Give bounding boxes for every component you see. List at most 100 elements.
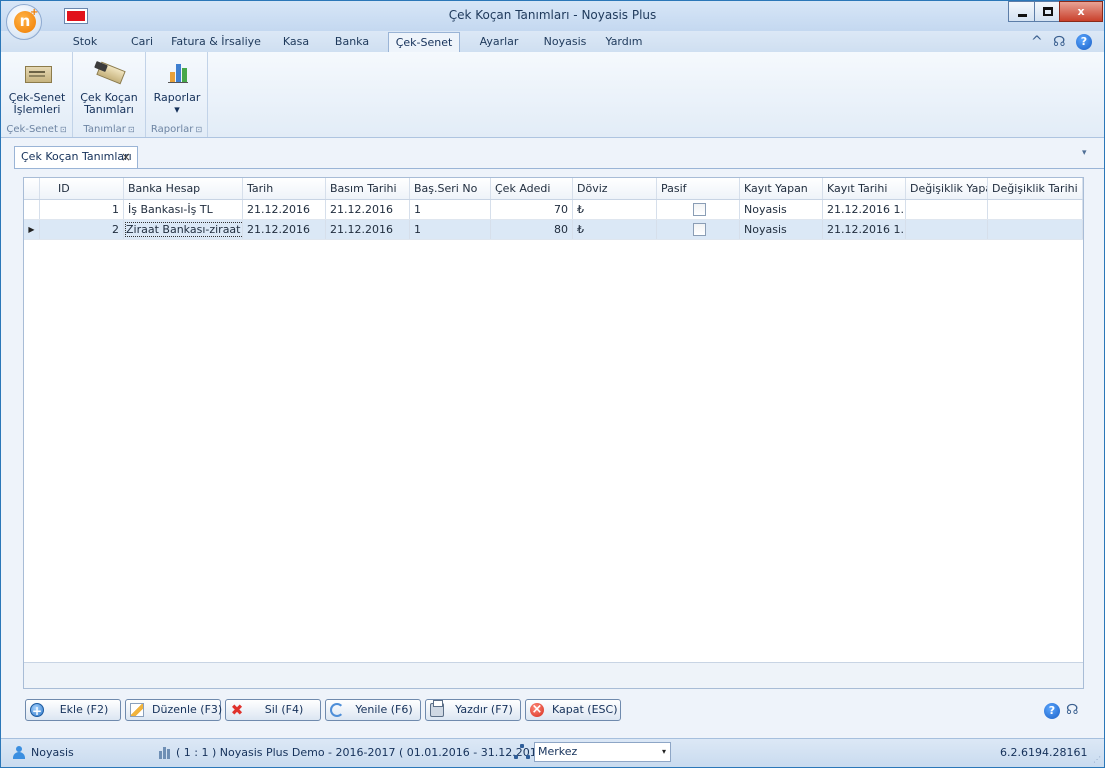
duzenle-button[interactable]: Düzenle (F3) <box>125 699 222 721</box>
tab-list-dropdown-icon[interactable]: ▾ <box>1082 148 1087 158</box>
cell-kayit-yapan[interactable]: Noyasis <box>740 220 823 239</box>
sil-button[interactable]: ✖ Sil (F4) <box>225 699 321 721</box>
yazdir-button[interactable]: Yazdır (F7) <box>425 699 521 721</box>
branch-network-icon <box>514 744 530 760</box>
data-grid[interactable]: ID Banka Hesap Tarih Basım Tarihi Baş.Se… <box>23 177 1084 689</box>
column-header-tarih[interactable]: Tarih <box>243 178 326 199</box>
resize-grip-icon[interactable]: ⋰ <box>1093 755 1101 764</box>
cell-pasif[interactable] <box>657 200 740 219</box>
cell-doviz[interactable]: ₺ <box>573 220 657 239</box>
tab-yardim[interactable]: Yardım <box>604 32 644 52</box>
tab-cari[interactable]: Cari <box>125 32 159 52</box>
cell-degisiklik-tarihi[interactable] <box>988 220 1083 239</box>
cell-doviz[interactable]: ₺ <box>573 200 657 219</box>
cell-pasif[interactable] <box>657 220 740 239</box>
cell-cek-adedi[interactable]: 70 <box>491 200 573 219</box>
column-header-banka-hesap[interactable]: Banka Hesap <box>124 178 243 199</box>
cell-banka-hesap[interactable]: İş Bankası-İş TL <box>124 200 243 219</box>
grid-header: ID Banka Hesap Tarih Basım Tarihi Baş.Se… <box>24 178 1083 200</box>
group-launcher-icon[interactable]: ⊡ <box>60 125 67 134</box>
window-title: Çek Koçan Tanımları - Noyasis Plus <box>448 8 657 22</box>
cell-tarih[interactable]: 21.12.2016 <box>243 200 326 219</box>
ribbon-panel: Çek-Senet İşlemleri Çek-Senet ⊡ Çek Koçan… <box>1 52 1104 138</box>
column-header-kayit-tarihi[interactable]: Kayıt Tarihi <box>823 178 906 199</box>
row-indicator-icon: ▶ <box>24 220 40 239</box>
database-icon <box>159 745 171 759</box>
close-icon <box>530 700 544 720</box>
ribbon-group-tanimlar: Çek Koçan Tanımları Tanımlar ⊡ <box>73 52 146 137</box>
dropdown-arrow-icon: ▾ <box>174 103 180 116</box>
pasif-checkbox[interactable] <box>693 203 706 216</box>
status-user: Noyasis <box>31 746 74 759</box>
ribbon-collapse-icon[interactable]: ^ <box>1031 34 1043 50</box>
cell-basim-tarihi[interactable]: 21.12.2016 <box>326 220 410 239</box>
cell-id[interactable]: 2 <box>40 220 124 239</box>
help-icon[interactable]: ? <box>1044 703 1060 719</box>
cell-degisiklik-yapan[interactable] <box>906 200 988 219</box>
cell-banka-hesap[interactable]: Ziraat Bankası-ziraat TL <box>124 220 243 239</box>
application-window: Çek Koçan Tanımları - Noyasis Plus x n + … <box>0 0 1105 768</box>
cell-bas-seri-no[interactable]: 1 <box>410 220 491 239</box>
status-bar: Noyasis ( 1 : 1 ) Noyasis Plus Demo - 20… <box>1 738 1104 767</box>
ekle-button[interactable]: Ekle (F2) <box>25 699 121 721</box>
minimize-button[interactable] <box>1008 1 1035 22</box>
tab-stok[interactable]: Stok <box>65 32 105 52</box>
ribbon-group-cek-senet: Çek-Senet İşlemleri Çek-Senet ⊡ <box>1 52 73 137</box>
tab-cek-senet[interactable]: Çek-Senet <box>388 32 460 52</box>
cell-basim-tarihi[interactable]: 21.12.2016 <box>326 200 410 219</box>
cell-tarih[interactable]: 21.12.2016 <box>243 220 326 239</box>
help-icon[interactable]: ? <box>1076 34 1092 50</box>
maximize-button[interactable] <box>1034 1 1060 22</box>
ribbon-group-raporlar: Raporlar ▾ Raporlar ⊡ <box>146 52 208 137</box>
column-header-doviz[interactable]: Döviz <box>573 178 657 199</box>
branch-select[interactable]: Merkez ▾ <box>534 742 671 762</box>
cell-degisiklik-tarihi[interactable] <box>988 200 1083 219</box>
tab-noyasis[interactable]: Noyasis <box>539 32 591 52</box>
app-menu-logo-icon[interactable]: n + <box>6 4 42 40</box>
column-header-basim-tarihi[interactable]: Basım Tarihi <box>326 178 410 199</box>
tab-fatura-irsaliye[interactable]: Fatura & İrsaliye <box>170 32 262 52</box>
table-row[interactable]: 1 İş Bankası-İş TL 21.12.2016 21.12.2016… <box>24 200 1083 220</box>
pasif-checkbox[interactable] <box>693 223 706 236</box>
document-tab[interactable]: Çek Koçan Tanımları × <box>14 146 138 168</box>
ribbon-tab-strip: Stok Cari Fatura & İrsaliye Kasa Banka Ç… <box>1 31 1104 52</box>
column-header-bas-seri-no[interactable]: Baş.Seri No <box>410 178 491 199</box>
cheque-icon <box>21 56 53 86</box>
group-launcher-icon[interactable]: ⊡ <box>195 125 202 134</box>
print-icon <box>430 700 444 717</box>
cell-bas-seri-no[interactable]: 1 <box>410 200 491 219</box>
delete-icon: ✖ <box>230 701 244 719</box>
column-header-cek-adedi[interactable]: Çek Adedi <box>491 178 573 199</box>
cell-id[interactable]: 1 <box>40 200 124 219</box>
kapat-button[interactable]: Kapat (ESC) <box>525 699 621 721</box>
ribbon-group-label: Raporlar ⊡ <box>150 124 203 135</box>
column-header-kayit-yapan[interactable]: Kayıt Yapan <box>740 178 823 199</box>
column-header-degisiklik-tarihi[interactable]: Değişiklik Tarihi <box>988 178 1083 199</box>
support-headset-icon[interactable]: ☊ <box>1053 34 1065 50</box>
cell-kayit-tarihi[interactable]: 21.12.2016 1... <box>823 200 906 219</box>
close-window-button[interactable]: x <box>1059 1 1103 22</box>
column-header-id[interactable]: ID <box>40 178 124 199</box>
report-chart-icon <box>161 56 193 86</box>
cek-senet-islemleri-button[interactable]: Çek-Senet İşlemleri <box>5 56 69 116</box>
yenile-button[interactable]: Yenile (F6) <box>325 699 421 721</box>
group-launcher-icon[interactable]: ⊡ <box>128 125 135 134</box>
raporlar-button[interactable]: Raporlar ▾ <box>150 56 204 116</box>
close-tab-icon[interactable]: × <box>121 147 131 167</box>
cek-kocan-tanimlari-button[interactable]: Çek Koçan Tanımları <box>77 56 141 116</box>
cell-cek-adedi[interactable]: 80 <box>491 220 573 239</box>
table-row[interactable]: ▶ 2 Ziraat Bankası-ziraat TL 21.12.2016 … <box>24 220 1083 240</box>
grid-footer <box>24 662 1083 688</box>
column-header-pasif[interactable]: Pasif <box>657 178 740 199</box>
column-header-degisiklik-yapan[interactable]: Değişiklik Yapan <box>906 178 988 199</box>
tab-kasa[interactable]: Kasa <box>279 32 313 52</box>
maximize-icon <box>1043 7 1053 16</box>
cell-kayit-tarihi[interactable]: 21.12.2016 1... <box>823 220 906 239</box>
cell-kayit-yapan[interactable]: Noyasis <box>740 200 823 219</box>
action-button-bar: Ekle (F2) Düzenle (F3) ✖ Sil (F4) Yenile… <box>1 693 1104 733</box>
tab-ayarlar[interactable]: Ayarlar <box>473 32 525 52</box>
tab-banka[interactable]: Banka <box>331 32 373 52</box>
close-icon: x <box>1077 5 1085 18</box>
cell-degisiklik-yapan[interactable] <box>906 220 988 239</box>
support-headset-icon[interactable]: ☊ <box>1066 702 1078 718</box>
